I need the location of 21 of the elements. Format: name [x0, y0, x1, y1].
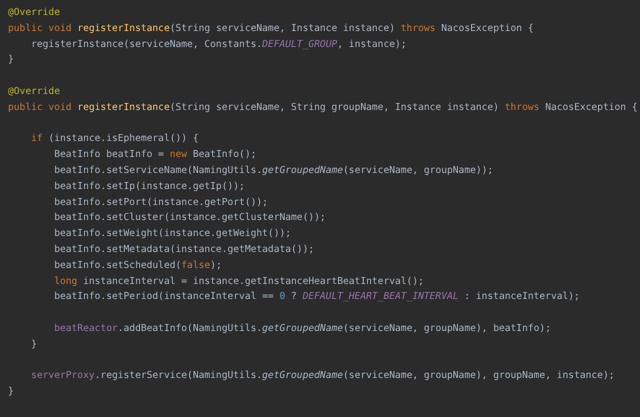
- code-line: @Override: [8, 84, 60, 99]
- code-line: beatInfo.setMetadata(instance.getMetadata());: [53, 242, 314, 257]
- code-line: @Override: [8, 6, 60, 20]
- code-line: beatInfo.setWeight(instance.getWeight());: [53, 227, 292, 242]
- code-line: long instanceInterval = instance.getInstanceHeartBeatInterval();: [53, 274, 424, 289]
- code-line: beatInfo.setPort(instance.getPort());: [53, 196, 268, 210]
- code-line: registerInstance(serviceName, Constants.DEFAULT_GROUP, instance);: [30, 38, 407, 52]
- code-line: if (instance.isEphemeral()) {: [30, 132, 199, 146]
- code-line: BeatInfo beatInfo = new BeatInfo();: [53, 148, 256, 162]
- code-line: }: [8, 53, 14, 68]
- code-line: beatInfo.setServiceName(NamingUtils.getGroupedName(serviceName, groupName));: [53, 164, 494, 178]
- code-line: }: [30, 338, 37, 352]
- code-line: beatInfo.setScheduled(false);: [53, 258, 222, 273]
- code-line: serverProxy.registerService(NamingUtils.getGroupedName(serviceName, groupName), groupName, instance);: [30, 369, 614, 384]
- code-line: }: [8, 385, 14, 400]
- code-line: public void registerInstance(String serviceName, String groupName, Instance instance) throws NacosException {: [8, 100, 638, 115]
- code-line: beatReactor.addBeatInfo(NamingUtils.getGroupedName(serviceName, groupName), beatInfo);: [53, 322, 551, 336]
- code-line: beatInfo.setCluster(instance.getClusterName());: [53, 211, 326, 226]
- code-line: public void registerInstance(String serviceName, Instance instance) throws NacosException {: [8, 22, 534, 36]
- code-line: beatInfo.setPeriod(instanceInterval == 0 ? DEFAULT_HEART_BEAT_INTERVAL : instanceInterval);: [53, 290, 580, 304]
- code-line: beatInfo.setIp(instance.getIp());: [53, 180, 245, 194]
